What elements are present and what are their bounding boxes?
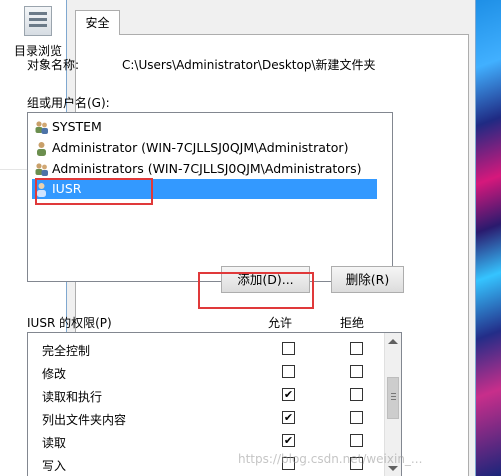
user-item[interactable]: Administrator (WIN-7CJLLSJ0QJM\Administr… [32, 138, 348, 158]
object-name-label: 对象名称: [27, 58, 80, 72]
desktop-wallpaper [476, 0, 501, 476]
permission-row: 读取 [28, 430, 384, 453]
permission-row: 读取和执行 [28, 384, 384, 407]
user-name: SYSTEM [52, 119, 102, 134]
permission-name: 读取 [42, 436, 67, 450]
allow-checkbox[interactable] [282, 365, 295, 378]
permission-name: 修改 [42, 367, 67, 381]
allow-checkbox[interactable] [282, 411, 295, 424]
scroll-up-icon[interactable] [388, 339, 398, 344]
allow-checkbox[interactable] [282, 434, 295, 447]
user-item[interactable]: Administrators (WIN-7CJLLSJ0QJM\Administ… [32, 159, 361, 179]
directory-browse-icon[interactable] [24, 6, 52, 36]
remove-button[interactable]: 删除(R) [331, 266, 404, 293]
deny-checkbox[interactable] [350, 434, 363, 447]
deny-checkbox[interactable] [350, 388, 363, 401]
group-icon [35, 163, 48, 176]
annotation-highlight-iusr [35, 178, 153, 205]
permission-name: 读取和执行 [42, 390, 103, 404]
permission-row: 完全控制 [28, 338, 384, 361]
annotation-highlight-add [198, 272, 314, 309]
deny-header: 拒绝 [340, 316, 365, 330]
allow-header: 允许 [268, 316, 293, 330]
deny-checkbox[interactable] [350, 342, 363, 355]
tab-security[interactable]: 安全 [75, 10, 120, 35]
user-icon [37, 142, 46, 156]
permission-row: 列出文件夹内容 [28, 407, 384, 430]
user-name: Administrator (WIN-7CJLLSJ0QJM\Administr… [52, 140, 349, 155]
permission-row: 修改 [28, 361, 384, 384]
deny-checkbox[interactable] [350, 365, 363, 378]
group-label: 组或用户名(G): [27, 96, 110, 110]
scroll-thumb[interactable] [387, 377, 399, 419]
object-name-value: C:\Users\Administrator\Desktop\新建文件夹 [122, 58, 376, 72]
allow-checkbox[interactable] [282, 342, 295, 355]
allow-checkbox[interactable] [282, 388, 295, 401]
watermark: https://blog.csdn.net/weixin_... [238, 452, 423, 466]
scroll-down-icon[interactable] [388, 466, 398, 471]
permission-name: 列出文件夹内容 [42, 413, 127, 427]
permission-name: 写入 [42, 459, 67, 473]
user-name: Administrators (WIN-7CJLLSJ0QJM\Administ… [52, 161, 362, 176]
deny-checkbox[interactable] [350, 411, 363, 424]
permission-name: 完全控制 [42, 344, 91, 358]
group-icon [35, 121, 48, 134]
permissions-label: IUSR 的权限(P) [27, 316, 112, 330]
user-item[interactable]: SYSTEM [32, 117, 102, 137]
